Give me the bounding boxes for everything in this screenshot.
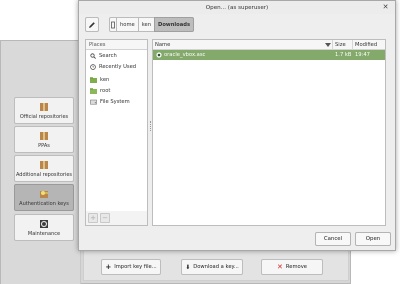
place-label: Search [99, 52, 117, 59]
sidebar-item-label: Additional repositories [15, 171, 73, 178]
sidebar-item-additional-repositories[interactable]: Additional repositories [14, 155, 74, 182]
download-key-button[interactable]: ⬇ Download a key... [181, 259, 243, 275]
breadcrumb-downloads[interactable]: Downloads [154, 17, 195, 32]
sidebar-item-label: Authentication keys [19, 200, 69, 207]
folder-icon [90, 87, 97, 94]
home-folder-icon [90, 76, 97, 83]
place-label: File System [100, 98, 130, 105]
column-header-size[interactable]: Size [333, 40, 353, 50]
import-key-file-label: Import key file... [114, 264, 157, 270]
location-edit-button[interactable] [85, 17, 99, 32]
column-header-modified[interactable]: Modified [353, 40, 387, 50]
download-key-label: Download a key... [193, 264, 239, 270]
sources-sidebar: Official repositories PPAs Additional re… [1, 41, 81, 284]
file-row[interactable]: oracle_vbox.asc 1.7 kB 19:47 [153, 50, 385, 60]
column-header-label: Size [335, 42, 346, 48]
sidebar-item-official-repositories[interactable]: Official repositories [14, 97, 74, 124]
place-label: ken [100, 76, 110, 83]
breadcrumb-ken[interactable]: ken [137, 17, 156, 32]
places-header: Places [86, 40, 147, 50]
breadcrumb-home[interactable]: home [116, 17, 139, 32]
package-icon [40, 160, 48, 169]
places-toolbar: + − [86, 211, 147, 225]
import-key-file-button[interactable]: + Import key file... [101, 259, 161, 275]
remove-bookmark-button[interactable]: − [100, 213, 110, 223]
file-list-header: Name Size Modified [153, 40, 385, 50]
place-label: Recently Used [99, 63, 137, 70]
clock-icon [90, 63, 96, 70]
sidebar-item-maintenance[interactable]: Maintenance [14, 214, 74, 241]
file-list: Name Size Modified oracle_vbox.asc 1.7 k… [152, 39, 386, 226]
pencil-icon [89, 21, 95, 28]
file-size: 1.7 kB [335, 52, 352, 58]
sidebar-item-label: Maintenance [27, 230, 61, 237]
download-icon: ⬇ [185, 263, 191, 271]
add-bookmark-button[interactable]: + [88, 213, 98, 223]
sidebar-item-label: Official repositories [19, 113, 69, 120]
sort-descending-icon [325, 43, 331, 47]
place-label: root [100, 87, 111, 94]
file-modified: 19:47 [355, 52, 370, 58]
dialog-button-row: Cancel Open [79, 232, 395, 246]
breadcrumb-label: home [120, 21, 135, 28]
open-button[interactable]: Open [355, 232, 391, 246]
add-icon: + [105, 263, 112, 271]
package-icon [40, 131, 48, 140]
open-file-dialog: Open... (as superuser) ✕ home ken Downlo… [78, 0, 396, 251]
remove-key-button[interactable]: ✕ Remove [261, 259, 323, 275]
place-item-ken[interactable]: ken [86, 74, 147, 85]
maintenance-icon [40, 219, 48, 228]
package-icon [40, 102, 48, 111]
column-header-label: Modified [355, 42, 378, 48]
drive-icon [90, 99, 97, 104]
path-bar: home ken Downloads [85, 17, 195, 32]
close-icon[interactable]: ✕ [381, 3, 390, 12]
breadcrumb-label: Downloads [158, 21, 191, 28]
dialog-title: Open... (as superuser) [205, 4, 269, 11]
remove-icon: ✕ [277, 263, 283, 271]
place-item-root[interactable]: root [86, 85, 147, 96]
place-item-search[interactable]: Search [86, 50, 147, 61]
column-header-name[interactable]: Name [153, 40, 333, 50]
dialog-titlebar: Open... (as superuser) ✕ [79, 1, 395, 14]
key-file-icon [156, 52, 162, 58]
place-item-recently-used[interactable]: Recently Used [86, 61, 147, 72]
cancel-button[interactable]: Cancel [315, 232, 351, 246]
remove-key-label: Remove [285, 264, 307, 270]
breadcrumb-label: ken [141, 21, 152, 28]
search-icon [90, 52, 96, 59]
key-actions-bar: + Import key file... ⬇ Download a key...… [93, 257, 348, 281]
sidebar-item-ppas[interactable]: PPAs [14, 126, 74, 153]
sidebar-item-label: PPAs [38, 142, 50, 149]
drive-icon [111, 21, 115, 28]
sidebar-item-authentication-keys[interactable]: Authentication keys [14, 184, 74, 211]
key-package-icon [40, 190, 48, 198]
file-name: oracle_vbox.asc [164, 52, 206, 58]
column-header-label: Name [155, 42, 171, 48]
place-item-file-system[interactable]: File System [86, 96, 147, 107]
places-sidebar: Places Search Recently Used ken root Fil… [85, 39, 148, 226]
